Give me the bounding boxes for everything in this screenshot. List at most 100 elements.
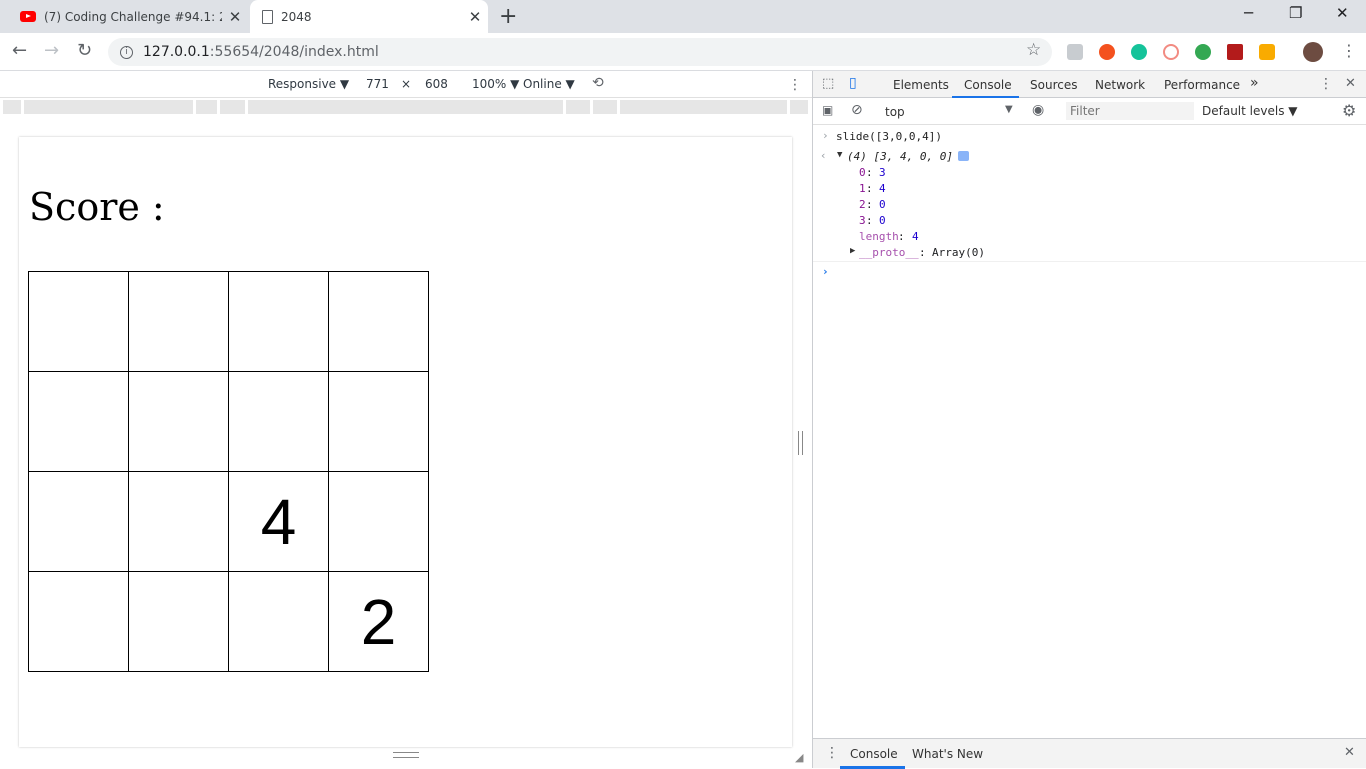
device-toggle-icon[interactable]: ▯	[849, 75, 857, 91]
board-cell	[128, 371, 229, 472]
array-key: 0	[859, 166, 866, 179]
corner-resize-handle[interactable]: ◢	[795, 751, 803, 764]
tab-close-icon[interactable]: ✕	[222, 8, 248, 26]
tab-console[interactable]: Console	[964, 78, 1012, 92]
ruler-segment[interactable]	[24, 100, 193, 114]
ruler-segment[interactable]	[620, 100, 787, 114]
co-extension-icon[interactable]	[1259, 44, 1275, 60]
ruler-segment[interactable]	[196, 100, 217, 114]
more-tabs-icon[interactable]: »	[1250, 75, 1259, 91]
console-output: › slide([3,0,0,4]) ‹ ▼ (4) [3, 4, 0, 0] …	[813, 125, 1366, 738]
viewport-width-input[interactable]: 771	[366, 77, 389, 91]
input-prompt-icon: ›	[822, 129, 829, 142]
blocker-extension-icon[interactable]	[1163, 44, 1179, 60]
proto-key[interactable]: __proto__	[859, 246, 919, 259]
console-prompt-icon[interactable]: ›	[822, 265, 829, 278]
devtools-drawer: ⋮ Console What's New ✕	[813, 738, 1366, 769]
console-sidebar-icon[interactable]: ▣	[822, 103, 833, 117]
board-cell: 2	[328, 571, 429, 672]
devtools-panel: ⬚ ▯ Elements Console Sources Network Per…	[812, 71, 1366, 769]
address-bar[interactable]: i 127.0.0.1:55654/2048/index.html	[108, 38, 1052, 66]
browser-tab-strip: (7) Coding Challenge #94.1: 2048 ✕ 2048 …	[0, 0, 1366, 33]
shield-extension-icon[interactable]	[1067, 44, 1083, 60]
board-cell	[28, 471, 129, 572]
drawer-menu-icon[interactable]: ⋮	[825, 745, 839, 761]
board-cell	[128, 271, 229, 372]
array-key: 1	[859, 182, 866, 195]
expand-triangle-icon[interactable]: ▼	[837, 150, 842, 160]
infinity-extension-icon[interactable]	[1099, 44, 1115, 60]
inspect-element-icon[interactable]: ⬚	[822, 76, 834, 91]
minimize-button[interactable]: ─	[1244, 4, 1253, 22]
rotate-icon[interactable]: ⟲	[592, 75, 604, 91]
forward-arrow-icon[interactable]: →	[44, 40, 59, 61]
board-cell	[328, 371, 429, 472]
browser-toolbar: ← → ↻ i 127.0.0.1:55654/2048/index.html …	[0, 33, 1366, 71]
tab-close-icon[interactable]: ✕	[462, 8, 488, 26]
dimension-separator: ×	[401, 77, 412, 91]
viewport-width-resize-handle[interactable]	[798, 431, 803, 455]
array-value: 4	[879, 182, 886, 195]
board-cell	[28, 271, 129, 372]
array-key: 2	[859, 198, 866, 211]
tab-sources[interactable]: Sources	[1030, 78, 1077, 92]
ruler-segment[interactable]	[566, 100, 590, 114]
console-filter-input[interactable]	[1066, 102, 1194, 120]
chevron-down-icon[interactable]: ▼	[1005, 104, 1013, 115]
eye-icon[interactable]: ◉	[1032, 102, 1044, 118]
clear-console-icon[interactable]: ⊘	[851, 102, 863, 118]
tab-network[interactable]: Network	[1095, 78, 1145, 92]
viewport-height-input[interactable]: 608	[425, 77, 448, 91]
acrobat-icon[interactable]	[1227, 44, 1243, 60]
viewport-height-resize-handle[interactable]	[393, 752, 419, 758]
restore-button[interactable]: ❐	[1289, 4, 1302, 22]
array-summary[interactable]: (4) [3, 4, 0, 0]	[847, 150, 953, 163]
reload-icon[interactable]: ↻	[77, 40, 92, 61]
array-value: 0	[879, 214, 886, 227]
browser-tab-2048[interactable]: 2048 ✕	[250, 0, 488, 33]
device-options-icon[interactable]: ⋮	[788, 77, 802, 93]
log-levels-select[interactable]: Default levels ▼	[1202, 104, 1298, 118]
site-info-icon[interactable]: i	[120, 45, 133, 59]
media-query-ruler	[0, 98, 812, 116]
context-select[interactable]: top	[885, 105, 905, 119]
tab-elements[interactable]: Elements	[893, 78, 949, 92]
ruler-segment[interactable]	[248, 100, 563, 114]
chrome-menu-icon[interactable]: ⋮	[1341, 41, 1357, 60]
length-value: 4	[912, 230, 919, 243]
url-path: :55654/2048/index.html	[209, 44, 379, 60]
expand-triangle-icon[interactable]: ▶	[850, 246, 855, 256]
grammarly-icon[interactable]	[1131, 44, 1147, 60]
console-settings-icon[interactable]: ⚙	[1342, 101, 1356, 120]
ruler-segment[interactable]	[3, 100, 21, 114]
drawer-close-icon[interactable]: ✕	[1344, 745, 1355, 760]
ruler-segment[interactable]	[220, 100, 245, 114]
info-badge-icon[interactable]	[958, 151, 969, 161]
tab-performance[interactable]: Performance	[1164, 78, 1240, 92]
drawer-tab-console[interactable]: Console	[850, 747, 898, 761]
zoom-select[interactable]: 100% ▼	[472, 77, 519, 91]
back-arrow-icon[interactable]: ←	[12, 40, 27, 61]
globe-extension-icon[interactable]	[1195, 44, 1211, 60]
devtools-tab-bar: ⬚ ▯ Elements Console Sources Network Per…	[813, 71, 1366, 98]
devtools-menu-icon[interactable]: ⋮	[1319, 76, 1333, 92]
window-close-button[interactable]: ✕	[1336, 4, 1349, 22]
bookmark-star-icon[interactable]: ☆	[1026, 40, 1041, 60]
network-throttle-select[interactable]: Online ▼	[523, 77, 575, 91]
ruler-segment[interactable]	[593, 100, 617, 114]
board-cell	[128, 571, 229, 672]
console-command: slide([3,0,0,4])	[836, 130, 942, 143]
new-tab-button[interactable]: +	[499, 4, 517, 29]
device-mode-select[interactable]: Responsive ▼	[268, 77, 349, 91]
array-value: 3	[879, 166, 886, 179]
board-cell: 4	[228, 471, 329, 572]
console-divider	[813, 261, 1366, 262]
drawer-tab-whats-new[interactable]: What's New	[912, 747, 983, 761]
board-cell	[228, 371, 329, 472]
ruler-segment[interactable]	[790, 100, 808, 114]
devtools-close-icon[interactable]: ✕	[1345, 76, 1356, 91]
array-value: 0	[879, 198, 886, 211]
page-icon	[262, 9, 273, 24]
browser-tab-youtube[interactable]: (7) Coding Challenge #94.1: 2048 ✕	[10, 0, 248, 33]
avatar[interactable]	[1303, 42, 1323, 62]
